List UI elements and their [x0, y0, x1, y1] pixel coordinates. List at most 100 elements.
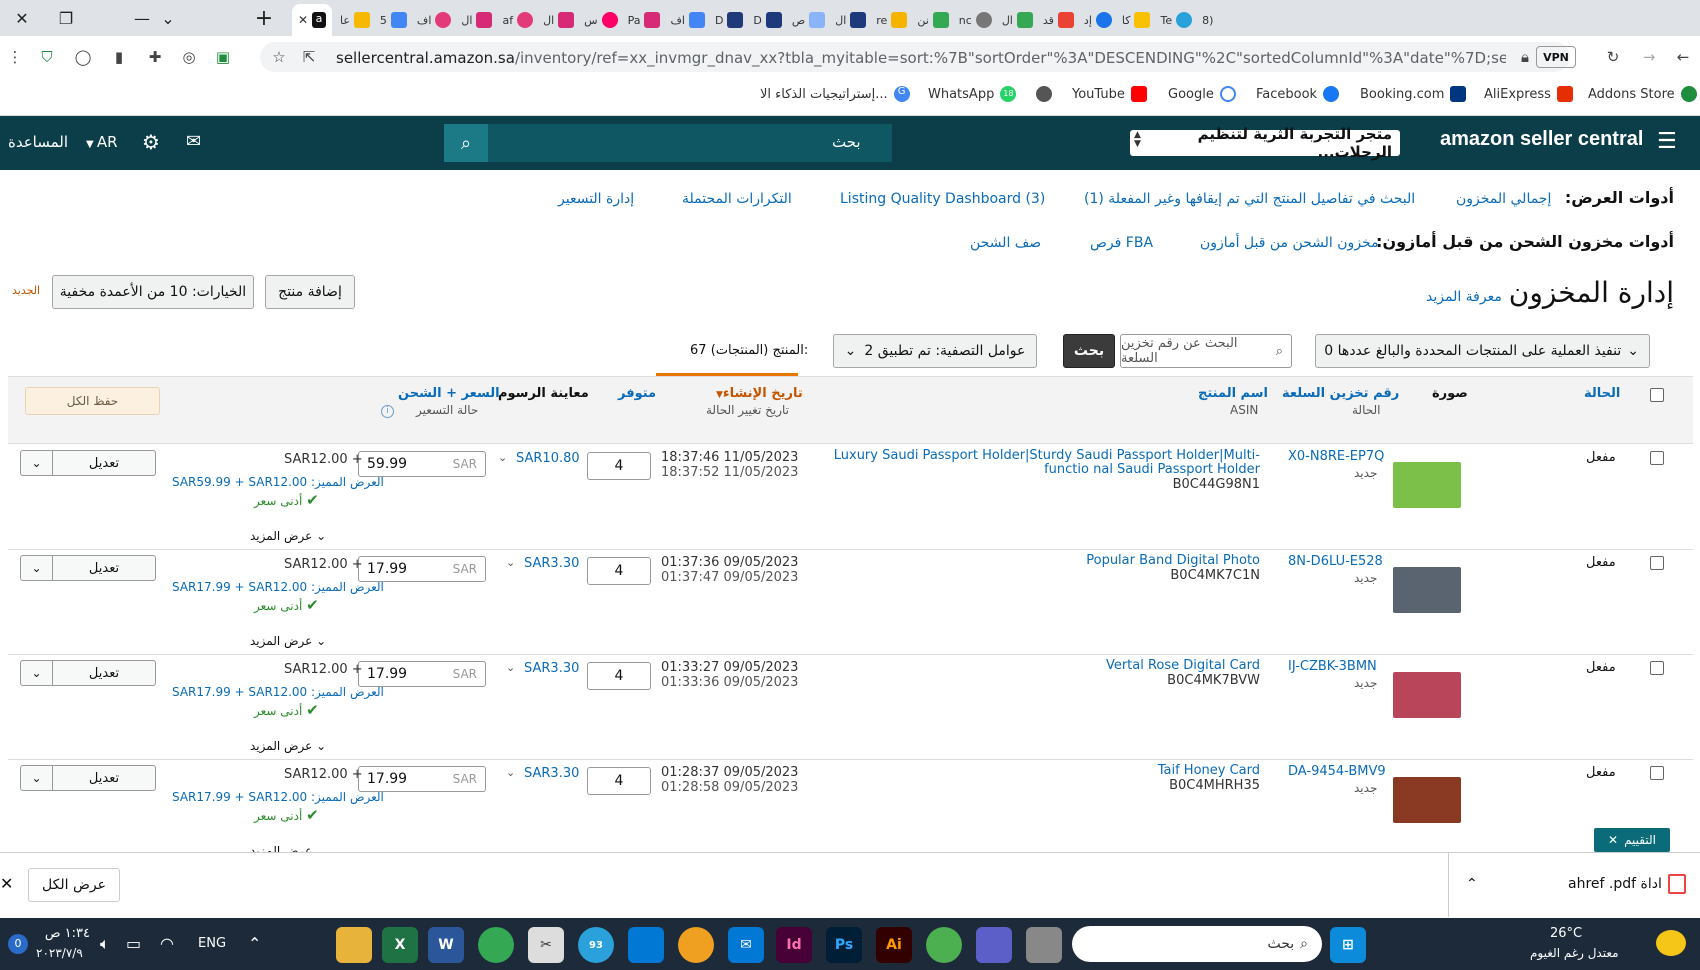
forward-icon[interactable]: → [1636, 44, 1662, 70]
lock-extension-icon[interactable]: ▣ [210, 44, 236, 70]
windows-start-icon[interactable]: ⊞ [1330, 927, 1366, 963]
inactive-listings-link[interactable]: البحث في تفاصيل المنتج التي تم إيقافها و… [1084, 191, 1415, 207]
tab[interactable]: Te [1160, 4, 1193, 36]
pricing-management-link[interactable]: إدارة التسعير [558, 191, 634, 207]
row-featured-offer[interactable]: العرض المميز: SAR17.99 + SAR12.00 [172, 580, 384, 594]
row-fee-preview[interactable]: SAR3.30 [524, 661, 579, 676]
chrome-icon[interactable] [478, 927, 514, 963]
close-icon[interactable]: ✕ [1608, 833, 1618, 847]
indesign-icon[interactable]: Id [776, 927, 812, 963]
show-all-downloads-button[interactable]: عرض الكل [28, 868, 120, 902]
column-available[interactable]: متوفر [618, 386, 656, 401]
new-tab-button[interactable]: + [242, 0, 286, 36]
chat-icon[interactable] [976, 927, 1012, 963]
learn-more-link[interactable]: معرفة المزيد [1426, 289, 1502, 305]
close-tab-icon[interactable]: ✕ [298, 13, 308, 27]
excel-icon[interactable]: X [382, 927, 418, 963]
row-sku[interactable]: IJ-CZBK-3BMN [1288, 659, 1377, 674]
tab[interactable]: re [876, 4, 908, 36]
row-product-name[interactable]: Luxury Saudi Passport Holder|Sturdy Saud… [810, 449, 1260, 477]
file-explorer-icon[interactable] [336, 927, 372, 963]
photoshop-icon[interactable]: Ps [826, 927, 862, 963]
row-see-more[interactable]: عرض المزيد ⌄ [250, 739, 326, 753]
tab[interactable]: 8) [1202, 4, 1213, 36]
bookmark-item[interactable] [1036, 86, 1052, 102]
header-search-button[interactable]: ⌕ [444, 124, 488, 162]
select-all-checkbox[interactable] [1650, 388, 1664, 402]
product-thumbnail[interactable] [1393, 567, 1461, 613]
tab[interactable]: س [584, 4, 618, 36]
fee-chevron-icon[interactable]: ⌄ [506, 766, 515, 779]
tab[interactable]: قد [1043, 4, 1074, 36]
tab[interactable]: Pa [628, 4, 661, 36]
fee-chevron-icon[interactable]: ⌄ [506, 556, 515, 569]
bookmark-star-icon[interactable]: ☆ [266, 44, 292, 70]
product-thumbnail[interactable] [1393, 777, 1461, 823]
extension-icon[interactable]: ◎ [176, 44, 202, 70]
bookmark-item[interactable]: WhatsApp 18 [928, 86, 1017, 102]
total-inventory-link[interactable]: إجمالي المخزون [1456, 191, 1551, 207]
help-link[interactable]: المساعدة [8, 133, 68, 151]
tab[interactable]: nc [959, 4, 992, 36]
share-icon[interactable]: ⇱ [296, 44, 322, 70]
row-see-more[interactable]: عرض المزيد ⌄ [250, 529, 326, 543]
fee-chevron-icon[interactable]: ⌄ [506, 661, 515, 674]
tab[interactable]: ص [792, 4, 826, 36]
settings-gear-icon[interactable]: ⚙ [142, 130, 160, 154]
column-created-date[interactable]: ▼تاريخ الإنشاء [716, 386, 803, 401]
fee-chevron-icon[interactable]: ⌄ [498, 451, 507, 464]
tab[interactable]: 5 [380, 4, 407, 36]
listing-quality-link[interactable]: Listing Quality Dashboard (3) [840, 191, 1045, 207]
edit-dropdown-chevron-icon[interactable]: ⌄ [21, 556, 53, 580]
menu-dots-icon[interactable]: ⋮ [2, 44, 28, 70]
tab[interactable]: ال [461, 4, 493, 36]
row-checkbox[interactable] [1650, 451, 1664, 465]
tab[interactable]: اف [670, 4, 705, 36]
back-icon[interactable]: ← [1670, 44, 1696, 70]
clock-date[interactable]: ٢٠٢٣/٧/٩ [36, 946, 83, 960]
row-product-name[interactable]: Popular Band Digital Photo [810, 554, 1260, 568]
tab[interactable]: af [502, 4, 534, 36]
edit-dropdown-chevron-icon[interactable]: ⌄ [21, 661, 53, 685]
edit-dropdown-chevron-icon[interactable]: ⌄ [21, 766, 53, 790]
restore-window-icon[interactable]: ❐ [44, 0, 88, 36]
row-featured-offer[interactable]: العرض المميز: SAR59.99 + SAR12.00 [172, 475, 384, 489]
tab[interactable]: إد [1084, 4, 1112, 36]
weather-desc[interactable]: معتدل رغم الغيوم [1530, 946, 1619, 960]
vpn-badge[interactable]: VPN [1536, 46, 1576, 68]
row-sku[interactable]: X0-N8RE-EP7Q [1288, 449, 1384, 464]
profile-icon[interactable]: ◯ [70, 44, 96, 70]
row-price-input[interactable]: 17.99 SAR [358, 766, 486, 792]
close-download-bar-icon[interactable]: ✕ [0, 874, 13, 893]
row-product-name[interactable]: Taif Honey Card [810, 764, 1260, 778]
chrome-profile-icon[interactable] [926, 927, 962, 963]
language-selector[interactable]: ▼ AR [86, 133, 118, 151]
close-window-icon[interactable]: ✕ [0, 0, 44, 36]
tab[interactable]: عا [340, 4, 370, 36]
url-text[interactable]: sellercentral.amazon.sa/inventory/ref=xx… [336, 49, 1506, 67]
column-price-shipping[interactable]: السعر + الشحن [398, 386, 500, 401]
row-featured-offer[interactable]: العرض المميز: SAR17.99 + SAR12.00 [172, 685, 384, 699]
edit-dropdown-chevron-icon[interactable]: ⌄ [21, 451, 53, 475]
row-edit-button[interactable]: ⌄ تعديل [20, 660, 156, 686]
taskbar-search-input[interactable]: بحث ⌕ [1072, 926, 1322, 962]
options-button[interactable]: الخيارات: 10 من الأعمدة مخفية [52, 275, 254, 309]
bookmark-item[interactable]: AliExpress [1484, 86, 1573, 102]
shipping-queue-link[interactable]: صف الشحن [970, 235, 1041, 251]
row-fee-preview[interactable]: SAR3.30 [524, 766, 579, 781]
row-checkbox[interactable] [1650, 661, 1664, 675]
fba-inventory-link[interactable]: مخزون الشحن من قبل أمازون [1200, 235, 1379, 251]
tab[interactable]: ال [1002, 4, 1033, 36]
product-thumbnail[interactable] [1393, 672, 1461, 718]
bookmark-item[interactable]: Addons Store [1588, 86, 1697, 102]
reload-icon[interactable]: ↻ [1600, 44, 1626, 70]
row-edit-button[interactable]: ⌄ تعديل [20, 450, 156, 476]
row-price-input[interactable]: 17.99 SAR [358, 556, 486, 582]
row-featured-offer[interactable]: العرض المميز: SAR17.99 + SAR12.00 [172, 790, 384, 804]
bulk-action-select[interactable]: تنفيذ العملية على المنتجات المحددة والبا… [1315, 334, 1650, 368]
row-checkbox[interactable] [1650, 766, 1664, 780]
row-price-input[interactable]: 59.99 SAR [358, 451, 486, 477]
bookmark-item[interactable]: إستراتيجيات الذكاء الا... G [760, 86, 910, 102]
bookmark-item[interactable]: YouTube [1072, 86, 1147, 102]
store-icon[interactable] [628, 927, 664, 963]
